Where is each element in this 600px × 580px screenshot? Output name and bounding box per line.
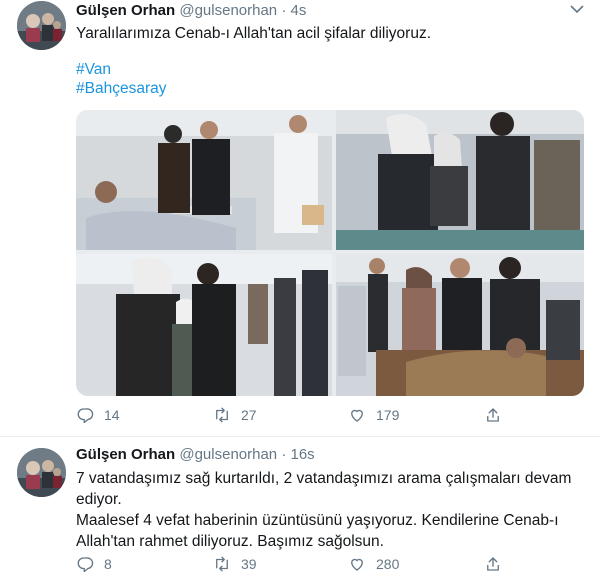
handle[interactable]: @gulsenorhan [179,2,277,19]
like-count: 179 [376,407,400,423]
tweet-text-line: 7 vatandaşımız sağ kurtarıldı, 2 vatanda… [76,470,572,487]
like-button[interactable]: 280 [348,553,399,575]
share-button[interactable] [484,404,512,426]
like-count: 280 [376,556,400,572]
tweet-text-line: ediyor. [76,491,122,508]
reply-icon [77,408,94,424]
tweet-text: Yaralılarımıza Cenab-ı Allah'tan acil şi… [76,25,432,42]
tweet-header: Gülşen Orhan @gulsenorhan · 16s [76,446,315,466]
reply-count: 14 [104,407,120,423]
tweet[interactable]: Gülşen Orhan @gulsenorhan · 4s Yaralılar… [0,0,600,436]
like-icon [351,558,363,571]
tweet[interactable]: Gülşen Orhan @gulsenorhan · 16s 7 vatand… [0,436,600,580]
tweet-text-line: Allah'tan rahmet diliyoruz. Başımız sağo… [76,533,384,550]
display-name[interactable]: Gülşen Orhan [76,446,175,463]
like-icon [351,409,363,422]
hashtag-link[interactable]: #Bahçesaray [76,80,166,98]
photo-2[interactable] [336,110,584,250]
share-icon [487,408,499,422]
retweet-icon [216,407,228,423]
reply-button[interactable]: 8 [76,553,112,575]
photo-1[interactable] [76,110,332,250]
timestamp[interactable]: 16s [291,446,315,463]
share-button[interactable] [484,553,512,575]
media-grid [76,110,584,396]
reply-count: 8 [104,556,112,572]
tweet-text-line: Maalesef 4 vefat haberinin üzüntüsünü ya… [76,512,559,529]
handle[interactable]: @gulsenorhan [179,446,277,463]
avatar[interactable] [17,448,66,497]
retweet-count: 39 [241,556,257,572]
photo-4[interactable] [336,254,584,396]
tweet-actions: 8 39 280 [76,553,516,575]
separator: · [281,446,287,463]
share-icon [487,557,499,571]
tweet-actions: 14 27 179 [76,404,516,426]
retweet-button[interactable]: 39 [213,553,257,575]
retweet-count: 27 [241,407,257,423]
like-button[interactable]: 179 [348,404,399,426]
retweet-button[interactable]: 27 [213,404,257,426]
avatar[interactable] [17,1,66,50]
separator: · [281,2,287,19]
timestamp[interactable]: 4s [291,2,307,19]
hashtag-link[interactable]: #Van [76,61,111,79]
tweet-text: 7 vatandaşımız sağ kurtarıldı, 2 vatanda… [76,468,576,552]
photo-3[interactable] [76,254,332,396]
display-name[interactable]: Gülşen Orhan [76,2,175,19]
retweet-icon [216,556,228,572]
reply-icon [77,557,94,573]
tweet-header: Gülşen Orhan @gulsenorhan · 4s [76,2,306,22]
reply-button[interactable]: 14 [76,404,120,426]
chevron-down-icon[interactable] [570,4,584,14]
